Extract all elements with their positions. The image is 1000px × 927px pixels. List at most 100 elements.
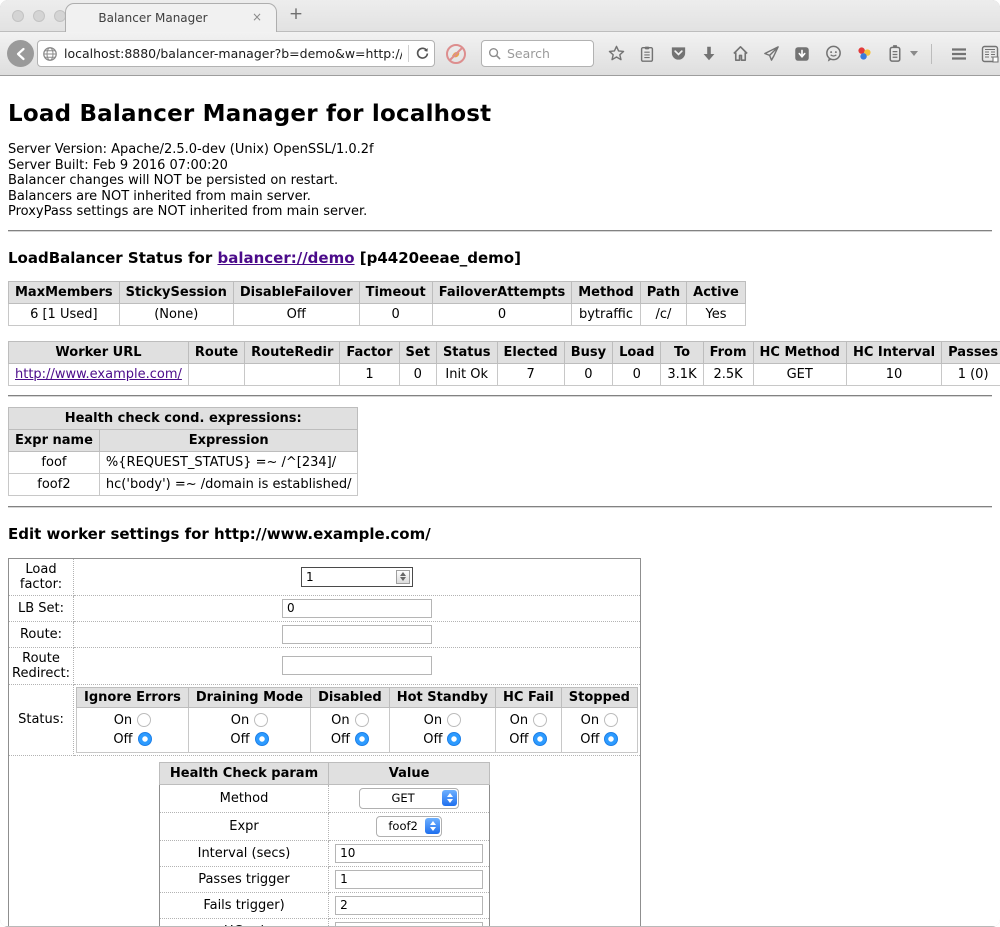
hc-header-row: Health Check param Value [159, 762, 489, 784]
stopped-off-radio[interactable] [604, 732, 618, 746]
hc-fail-cell: On Off [496, 707, 562, 752]
cell-elected: 7 [497, 363, 564, 385]
tab-balancer-manager[interactable]: Balancer Manager × [65, 3, 277, 32]
interval-input[interactable] [335, 844, 483, 863]
load-factor-cell [74, 558, 641, 595]
close-window-button[interactable] [12, 10, 24, 22]
pocket-icon[interactable] [668, 44, 688, 64]
fails-input[interactable] [335, 896, 483, 915]
draining-mode-off-radio[interactable] [255, 732, 269, 746]
draining-mode-on-radio[interactable] [254, 713, 268, 727]
hot-standby-off-radio[interactable] [447, 732, 461, 746]
passes-input[interactable] [335, 870, 483, 889]
cell-factor: 1 [340, 363, 399, 385]
cell-failoverattempts: 0 [432, 303, 572, 325]
balancer-demo-link[interactable]: balancer://demo [217, 249, 354, 267]
expr-select-wrap: foof2 [376, 816, 442, 837]
col-draining-mode: Draining Mode [188, 687, 310, 707]
colors-icon[interactable] [854, 44, 874, 64]
method-row: Method GET [159, 784, 489, 812]
col-hc-interval: HC Interval [846, 341, 941, 363]
on-label: On [331, 711, 349, 730]
bookmark-star-icon[interactable] [606, 44, 626, 64]
cell-load: 0 [613, 363, 661, 385]
lb-status-heading: LoadBalancer Status for balancer://demo … [8, 249, 992, 267]
globe-icon [42, 46, 58, 62]
stepper-buttons-icon[interactable] [396, 570, 410, 584]
home-icon[interactable] [730, 44, 750, 64]
ignore-errors-on-radio[interactable] [137, 713, 151, 727]
on-label: On [510, 711, 528, 730]
disabled-on-radio[interactable] [355, 713, 369, 727]
draining-mode-cell: On Off [188, 707, 310, 752]
cell-stickysession: (None) [119, 303, 233, 325]
off-label: Off [509, 730, 528, 749]
back-arrow-icon [14, 47, 28, 61]
divider [8, 230, 992, 232]
col-path: Path [640, 281, 686, 303]
menu-icon[interactable] [949, 44, 969, 64]
expr-row: foof %{REQUEST_STATUS} =~ /^[234]/ [9, 451, 358, 473]
col-factor: Factor [340, 341, 399, 363]
expr-select[interactable]: foof2 [376, 816, 442, 837]
navigation-toolbar: localhost:8880/balancer-manager?b=demo&w… [0, 32, 1000, 76]
reading-list-icon[interactable] [637, 44, 657, 64]
passes-row: Passes trigger [159, 866, 489, 892]
ignore-errors-off-radio[interactable] [138, 732, 152, 746]
urlbar-divider [408, 45, 409, 62]
battery-icon[interactable] [885, 44, 905, 64]
new-tab-button[interactable]: + [284, 4, 308, 24]
balancer-status-table: MaxMembers StickySession DisableFailover… [8, 281, 746, 326]
news-clipper-icon[interactable] [980, 44, 1000, 64]
col-stopped: Stopped [561, 687, 637, 707]
expr-row: Expr foof2 [159, 812, 489, 840]
hc-uri-row: HC uri [159, 918, 489, 926]
search-bar[interactable]: Search [481, 40, 594, 67]
content-blocked-icon[interactable] [445, 43, 467, 65]
cell-expr-name: foof2 [9, 473, 100, 495]
load-factor-stepper [301, 567, 413, 587]
on-label: On [114, 711, 132, 730]
window-controls[interactable] [12, 10, 66, 22]
battery-dropdown-caret-icon[interactable] [910, 51, 918, 56]
worker-url-link[interactable]: http://www.example.com/ [15, 367, 182, 382]
send-to-device-icon[interactable] [761, 44, 781, 64]
hc-fail-off-radio[interactable] [533, 732, 547, 746]
col-failoverattempts: FailoverAttempts [432, 281, 572, 303]
off-label: Off [113, 730, 132, 749]
minimize-window-button[interactable] [33, 10, 45, 22]
route-input[interactable] [282, 625, 432, 644]
route-redirect-input[interactable] [282, 656, 432, 675]
chat-icon[interactable] [823, 44, 843, 64]
hc-fail-on-radio[interactable] [533, 713, 547, 727]
col-expr-name: Expr name [9, 429, 100, 451]
worker-settings-form: Load factor: LB Set: Route: Route Redire… [8, 558, 641, 927]
stopped-on-radio[interactable] [604, 713, 618, 727]
url-text[interactable]: localhost:8880/balancer-manager?b=demo&w… [64, 46, 402, 61]
reload-icon[interactable] [415, 46, 430, 61]
expr-row: foof2 hc('body') =~ /domain is establish… [9, 473, 358, 495]
col-expression: Expression [99, 429, 358, 451]
cell-expression: %{REQUEST_STATUS} =~ /^[234]/ [99, 451, 358, 473]
disabled-off-radio[interactable] [355, 732, 369, 746]
col-elected: Elected [497, 341, 564, 363]
lb-status-prefix: LoadBalancer Status for [8, 249, 217, 267]
tab-close-icon[interactable]: × [252, 10, 262, 24]
hot-standby-on-radio[interactable] [447, 713, 461, 727]
downloads-icon[interactable] [699, 44, 719, 64]
save-page-icon[interactable] [792, 44, 812, 64]
col-load: Load [613, 341, 661, 363]
cell-route [188, 363, 244, 385]
method-select[interactable]: GET [359, 788, 459, 809]
route-redirect-label: Route Redirect: [9, 647, 74, 684]
hc-uri-input[interactable] [335, 922, 483, 927]
back-button[interactable] [7, 40, 34, 67]
cell-hc-interval: 10 [846, 363, 941, 385]
on-label: On [424, 711, 442, 730]
url-bar[interactable]: localhost:8880/balancer-manager?b=demo&w… [37, 40, 435, 67]
persist-note-line: Balancer changes will NOT be persisted o… [8, 173, 992, 189]
lb-set-input[interactable] [282, 599, 432, 618]
worker-row: http://www.example.com/ 1 0 Init Ok 7 0 … [9, 363, 1000, 385]
col-method: Method [572, 281, 640, 303]
cell-timeout: 0 [359, 303, 432, 325]
